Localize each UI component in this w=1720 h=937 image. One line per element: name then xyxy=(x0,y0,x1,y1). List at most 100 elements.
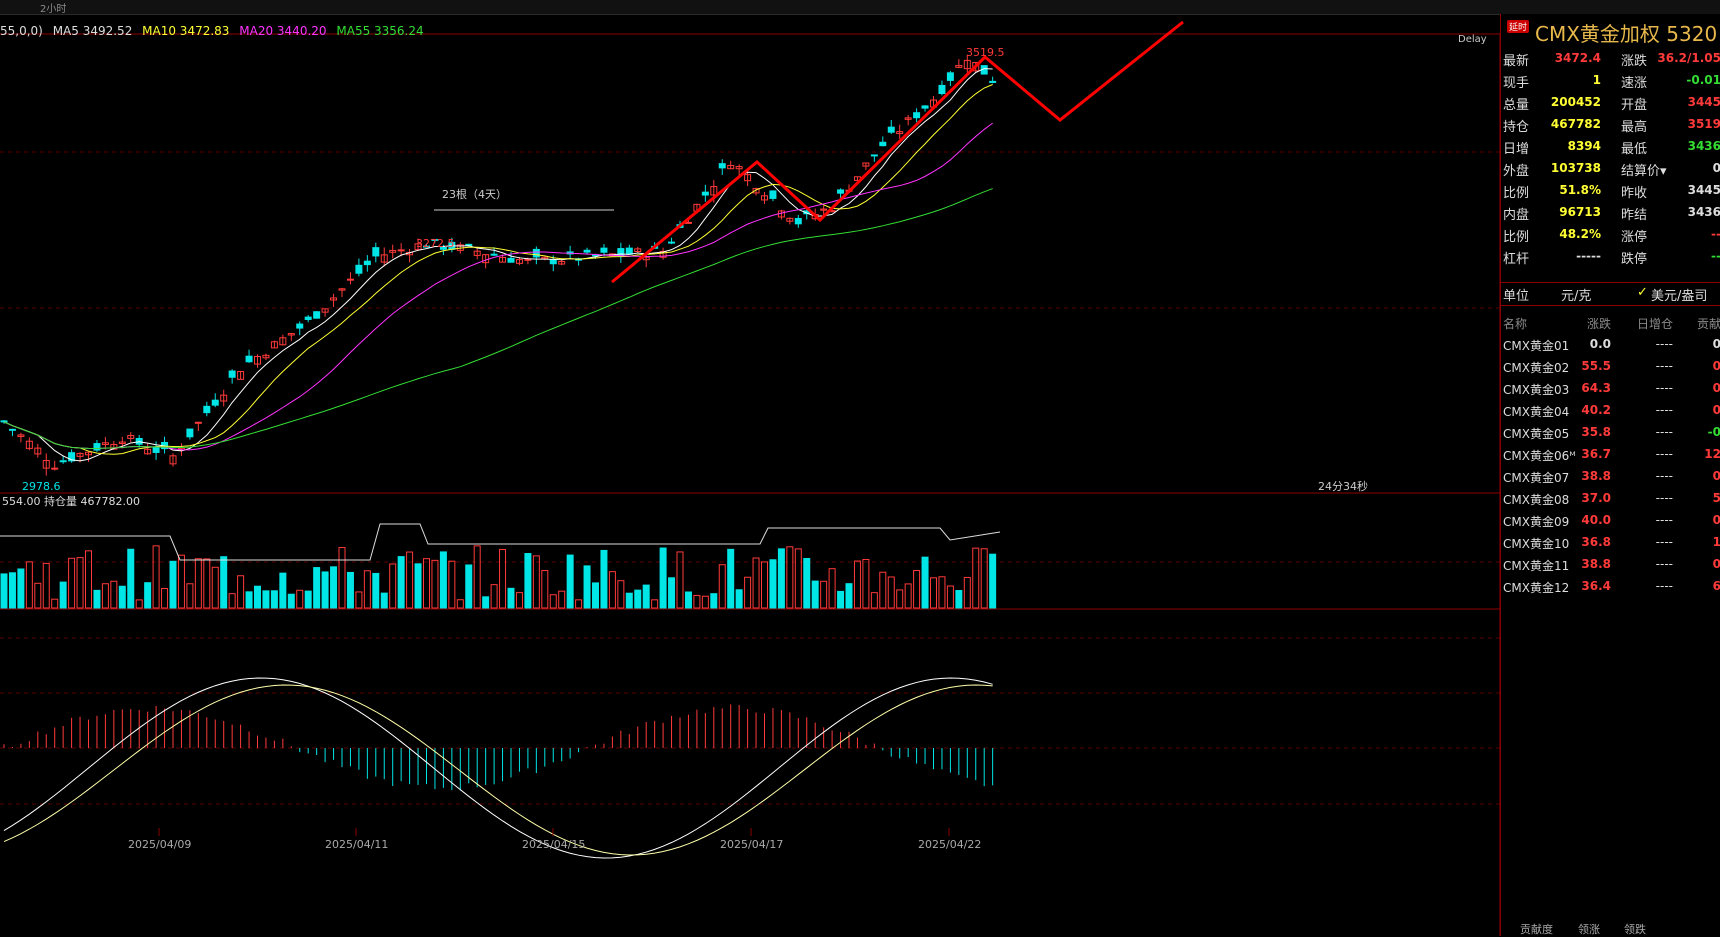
contract-row[interactable]: CMX黄金09 40.0 ---- 0 xyxy=(1501,510,1720,532)
volume-bar xyxy=(980,548,988,609)
volume-bar xyxy=(228,593,236,609)
unit-value[interactable]: 元/克 xyxy=(1561,285,1591,304)
quote-label: 结算价▾ xyxy=(1621,164,1667,179)
volume-bar xyxy=(177,554,185,609)
volume-bar xyxy=(287,593,295,609)
volume-bar xyxy=(42,562,50,609)
volume-bar xyxy=(51,598,59,609)
ma10-legend: MA10 3472.83 xyxy=(142,24,230,38)
contract-contribution: 6 xyxy=(1712,579,1720,593)
contract-row[interactable]: CMX黄金03 64.3 ---- 0 xyxy=(1501,378,1720,400)
period-selector[interactable]: 2小时 xyxy=(40,0,66,15)
quote-value: 103738 xyxy=(1550,161,1601,175)
range-label: 23根（4天） xyxy=(442,187,507,201)
volume-bar xyxy=(237,575,245,609)
contract-row[interactable]: CMX黄金11 38.8 ---- 0 xyxy=(1501,554,1720,576)
quote-value: 3445 xyxy=(1687,95,1720,109)
candle-body xyxy=(718,163,726,169)
panel-bottom-tabs: 贡献度 领涨 领跌 xyxy=(1500,920,1720,936)
contract-change: 55.5 xyxy=(1581,359,1611,373)
contract-row[interactable]: CMX黄金07 38.8 ---- 0 xyxy=(1501,466,1720,488)
quote-value: 3436 xyxy=(1687,139,1720,153)
kline-chart[interactable]: 3519.5 3272.5 2978.6 23根（4天） 24分34秒 554.00 持仓量… xyxy=(0,14,1500,936)
col-oi-change[interactable]: 日增仓 xyxy=(1637,315,1673,332)
volume-bar xyxy=(600,549,608,609)
candle-body xyxy=(549,259,557,265)
contract-name: CMX黄金12 xyxy=(1503,581,1570,595)
volume-bar xyxy=(161,588,169,609)
quote-value: 3519 xyxy=(1687,117,1720,131)
contract-row[interactable]: CMX黄金12 36.4 ---- 6 xyxy=(1501,576,1720,598)
contract-row[interactable]: CMX黄金01 0.0 ---- 0 xyxy=(1501,334,1720,356)
volume-bar xyxy=(313,567,321,609)
contract-change: 0.0 xyxy=(1589,337,1611,351)
col-change[interactable]: 涨跌 xyxy=(1587,315,1611,332)
quote-value: ----- xyxy=(1576,249,1601,263)
tab-leading-up[interactable]: 领涨 xyxy=(1578,921,1600,937)
volume-bar xyxy=(837,590,845,609)
contract-change: 40.0 xyxy=(1581,513,1611,527)
volume-bar xyxy=(963,576,971,609)
tab-leading-down[interactable]: 领跌 xyxy=(1624,921,1646,937)
volume-bar xyxy=(152,545,160,609)
contract-row[interactable]: CMX黄金05 35.8 ---- -0 xyxy=(1501,422,1720,444)
quote-label: 外盘 xyxy=(1503,164,1530,179)
quote-label: 持仓 xyxy=(1503,120,1530,135)
quote-table: 最新 3472.4 涨跌 36.2/1.05 现手 1 速涨 -0.01 总量 20… xyxy=(1501,48,1720,268)
contract-name: CMX黄金09 xyxy=(1503,515,1570,529)
open-interest-label: 持仓量 467782.00 xyxy=(44,494,140,508)
date-tick-label: 2025/04/22 xyxy=(918,838,981,851)
volume-bar xyxy=(904,583,912,609)
quote-label: 最高 xyxy=(1621,120,1648,135)
volume-bar xyxy=(896,589,904,609)
chart-area: 3519.5 3272.5 2978.6 23根（4天） 24分34秒 554.00 持仓量… xyxy=(0,14,1500,936)
quote-value: 8394 xyxy=(1567,139,1601,153)
volume-bar xyxy=(524,553,532,609)
contract-name: CMX黄金07 xyxy=(1503,471,1570,485)
unit-alt-option[interactable]: 美元/盎司 xyxy=(1651,285,1707,304)
volume-bar xyxy=(203,558,211,609)
quote-label: 昨结 xyxy=(1621,208,1648,223)
contract-change: 36.7 xyxy=(1581,447,1611,461)
volume-bar xyxy=(144,582,152,609)
candle-body xyxy=(397,249,405,252)
col-contribution[interactable]: 贡献 xyxy=(1697,315,1720,332)
contract-table: 名称 涨跌 日增仓 贡献 CMX黄金01 0.0 ---- 0 CMX黄金02 5… xyxy=(1501,312,1720,598)
contract-row[interactable]: CMX黄金06ᴹ 36.7 ---- 12 xyxy=(1501,444,1720,466)
volume-bar xyxy=(845,583,853,609)
contract-row[interactable]: CMX黄金02 55.5 ---- 0 xyxy=(1501,356,1720,378)
contract-contribution: 0 xyxy=(1712,403,1720,417)
volume-bar xyxy=(761,561,768,609)
candle-body xyxy=(59,460,67,463)
contract-row[interactable]: CMX黄金10 36.8 ---- 1 xyxy=(1501,532,1720,554)
contract-oi-change: ---- xyxy=(1655,491,1673,505)
contract-row[interactable]: CMX黄金08 37.0 ---- 5 xyxy=(1501,488,1720,510)
candle-body xyxy=(203,405,211,414)
quote-label: 现手 xyxy=(1503,76,1530,91)
contract-oi-change: ---- xyxy=(1655,425,1673,439)
volume-bar xyxy=(270,590,278,609)
contract-row[interactable]: CMX黄金04 40.2 ---- 0 xyxy=(1501,400,1720,422)
volume-bar xyxy=(659,547,667,609)
candle-body xyxy=(296,323,304,329)
volume-bar xyxy=(684,591,692,609)
volume-bar xyxy=(423,558,430,609)
contract-oi-change: ---- xyxy=(1655,513,1673,527)
ma20-line xyxy=(3,122,993,451)
tab-contribution[interactable]: 贡献度 xyxy=(1520,921,1553,937)
delay-label: Delay xyxy=(1458,34,1487,45)
volume-bar xyxy=(34,582,42,609)
volume-bar xyxy=(439,551,447,609)
volume-bar xyxy=(853,560,861,609)
volume-bar xyxy=(828,568,836,609)
candle-body xyxy=(245,355,253,363)
ma5-line xyxy=(3,68,993,462)
volume-bar xyxy=(710,593,718,609)
quote-row: 现手 1 速涨 -0.01 xyxy=(1501,70,1720,92)
volume-bar xyxy=(718,564,726,609)
volume-bar xyxy=(482,596,490,609)
contract-oi-change: ---- xyxy=(1655,557,1673,571)
contract-name: CMX黄金04 xyxy=(1503,405,1570,419)
col-name[interactable]: 名称 xyxy=(1503,315,1527,332)
candle-body xyxy=(532,248,540,258)
